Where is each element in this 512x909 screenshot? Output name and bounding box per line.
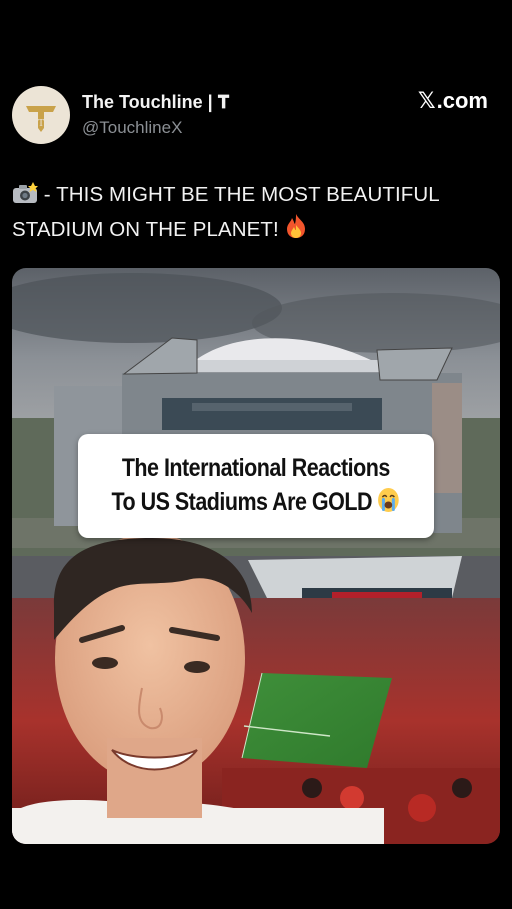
headline-card: The International Reactions To US Stadiu… <box>78 434 434 538</box>
loudly-crying-face-icon <box>378 487 400 522</box>
headline-line-1: The International Reactions <box>121 453 391 482</box>
x-logo-icon: 𝕏 <box>417 88 436 113</box>
headline-line-2-text: To US Stadiums Are GOLD <box>111 487 373 516</box>
touchline-logo-icon: T <box>26 106 56 132</box>
avatar-letter: T <box>38 118 44 129</box>
post-caption: - THIS MIGHT BE THE MOST BEAUTIFUL STADI… <box>12 179 492 248</box>
headline-line-2: To US Stadiums Are GOLD <box>112 485 400 522</box>
video-media[interactable]: The International Reactions To US Stadiu… <box>12 268 500 844</box>
caption-text: - THIS MIGHT BE THE MOST BEAUTIFUL STADI… <box>12 183 440 241</box>
camera-flash-icon <box>12 182 38 213</box>
avatar[interactable]: T <box>12 86 70 144</box>
post-header: T The Touchline | 𝐓 @TouchlineX 𝕏 .com <box>12 86 500 146</box>
stadium-photo <box>12 268 500 844</box>
x-com-label: 𝕏 .com <box>418 88 488 114</box>
author-name[interactable]: The Touchline | 𝐓 <box>82 92 229 113</box>
fire-icon <box>285 213 307 248</box>
site-domain: .com <box>436 88 488 113</box>
author-handle[interactable]: @TouchlineX <box>82 118 182 138</box>
